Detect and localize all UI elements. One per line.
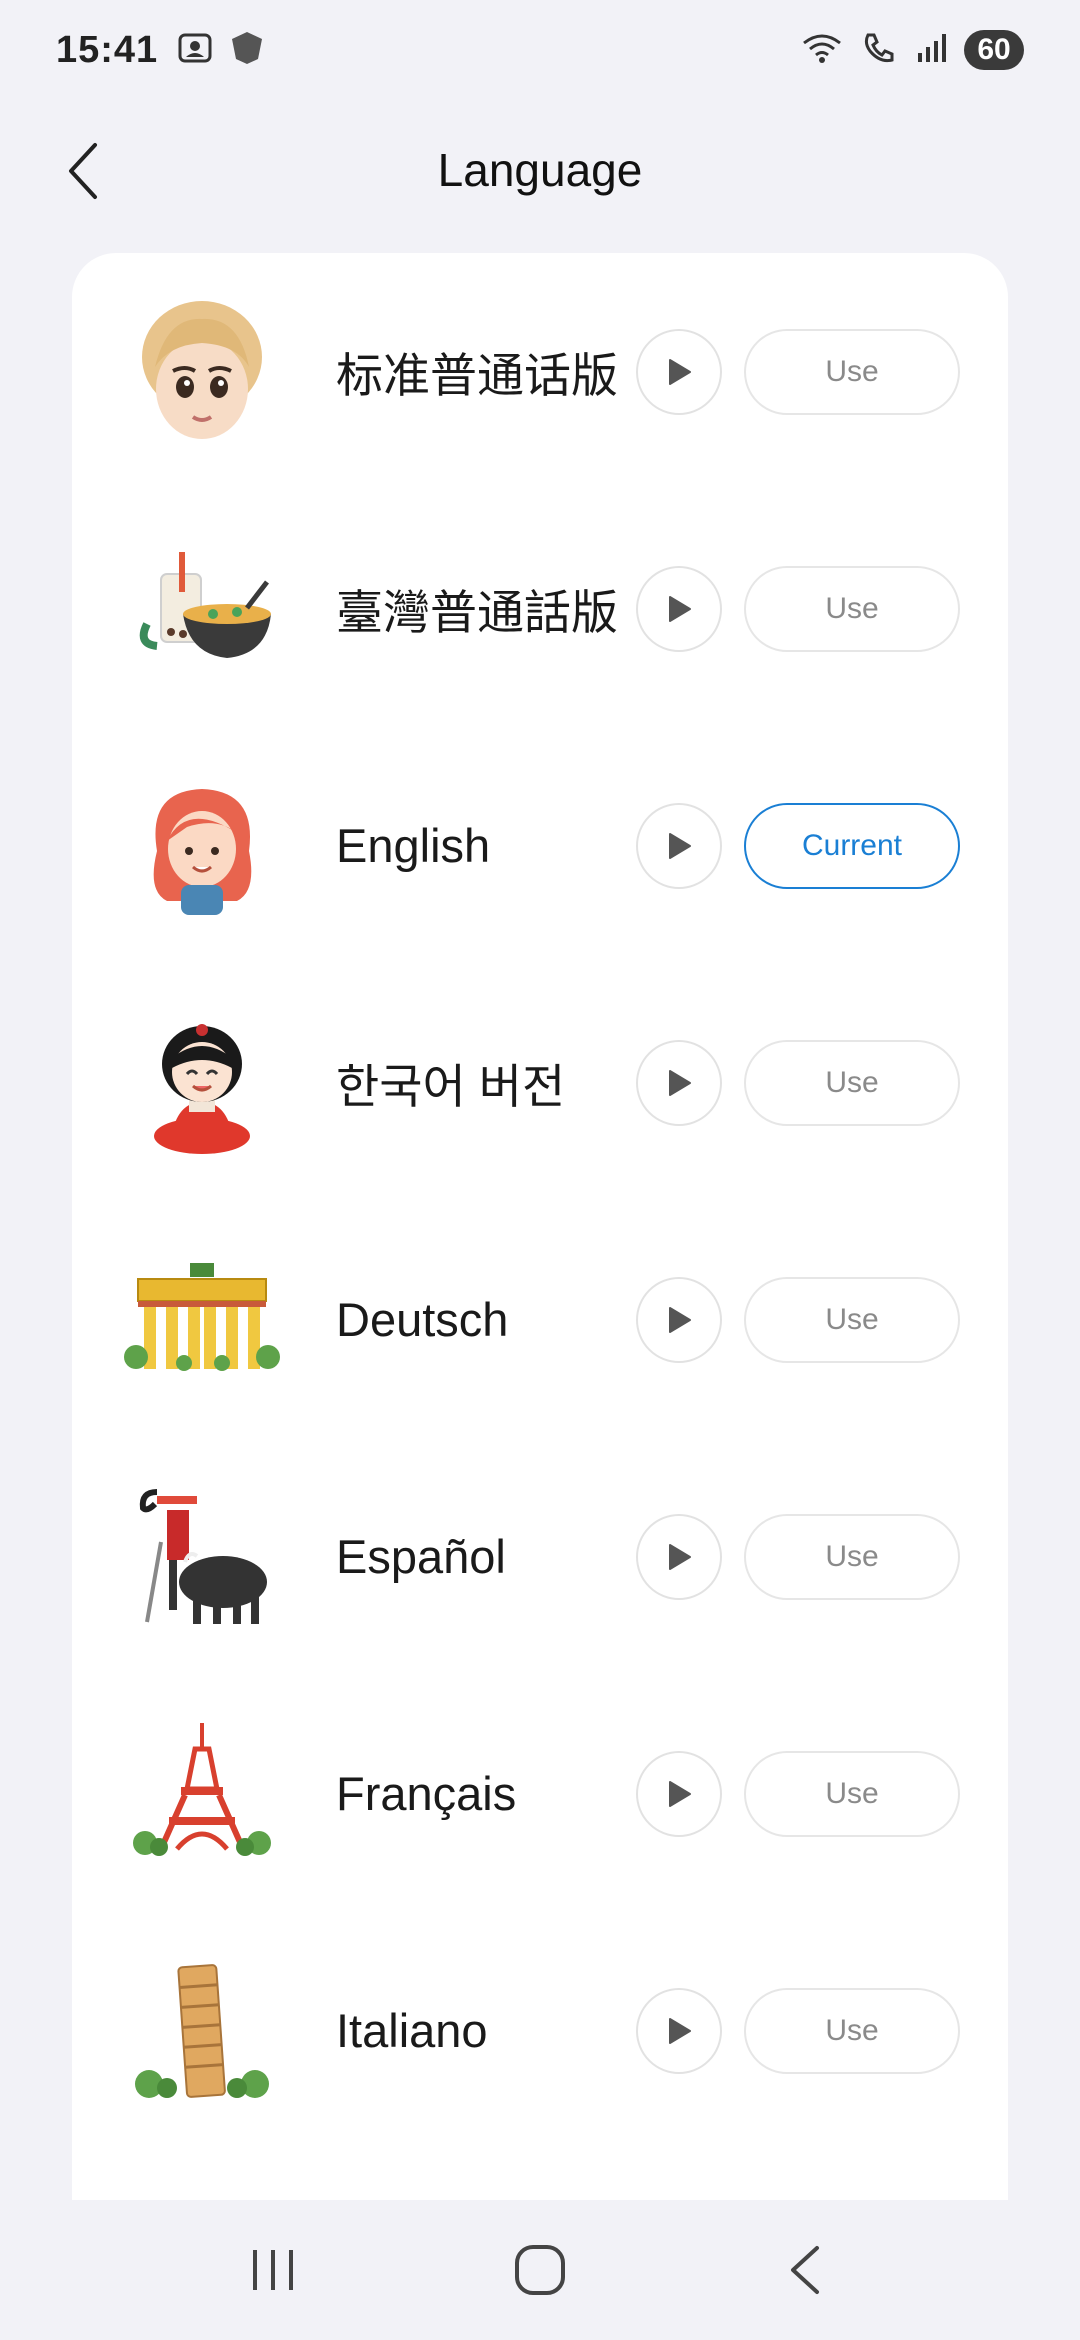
eiffel-tower-avatar bbox=[122, 1714, 282, 1874]
screenshot-icon bbox=[176, 29, 214, 72]
battery-icon: 60 bbox=[964, 30, 1024, 70]
use-button[interactable]: Use bbox=[744, 328, 960, 415]
play-button[interactable] bbox=[636, 1750, 722, 1837]
play-button[interactable] bbox=[636, 1276, 722, 1363]
play-icon bbox=[669, 1306, 691, 1333]
status-right: 60 bbox=[800, 29, 1024, 72]
language-name: English bbox=[336, 819, 491, 872]
language-row-korean: 한국어 버전 Use bbox=[72, 964, 1008, 1201]
back-icon bbox=[790, 2246, 819, 2294]
language-row-english: English Current bbox=[72, 727, 1008, 964]
play-button[interactable] bbox=[636, 1987, 722, 2074]
system-nav-bar bbox=[0, 2200, 1080, 2340]
use-button[interactable]: Use bbox=[744, 1039, 960, 1126]
play-icon bbox=[669, 2017, 691, 2044]
back-button[interactable] bbox=[50, 136, 120, 206]
language-name: Español bbox=[336, 1530, 506, 1583]
language-name: Italiano bbox=[336, 2004, 488, 2057]
language-name: Deutsch bbox=[336, 1293, 509, 1346]
recents-icon bbox=[253, 2250, 294, 2290]
current-button[interactable]: Current bbox=[744, 802, 960, 889]
recents-button[interactable] bbox=[233, 2230, 313, 2310]
play-icon bbox=[669, 1543, 691, 1570]
play-button[interactable] bbox=[636, 328, 722, 415]
use-button[interactable]: Use bbox=[744, 1276, 960, 1363]
play-button[interactable] bbox=[636, 1039, 722, 1126]
status-bar: 15:41 60 bbox=[0, 0, 1080, 100]
language-row-german: Deutsch Use bbox=[72, 1201, 1008, 1438]
chevron-left-icon bbox=[69, 143, 97, 199]
language-row-mandarin: 标准普通话版 Use bbox=[72, 253, 1008, 490]
nav-back-button[interactable] bbox=[767, 2230, 847, 2310]
shield-icon bbox=[228, 29, 266, 72]
language-name: 한국어 버전 bbox=[336, 1060, 566, 1113]
wifi-icon bbox=[800, 29, 844, 72]
language-row-taiwan-mandarin: 臺灣普通話版 Use bbox=[72, 490, 1008, 727]
header: Language bbox=[0, 110, 1080, 230]
use-button[interactable]: Use bbox=[744, 1750, 960, 1837]
leaning-tower-avatar bbox=[122, 1951, 282, 2111]
language-name: 标准普通话版 bbox=[336, 349, 618, 402]
brandenburg-gate-avatar bbox=[122, 1240, 282, 1400]
status-time: 15:41 bbox=[56, 28, 159, 71]
play-icon bbox=[669, 595, 691, 622]
play-button[interactable] bbox=[636, 1513, 722, 1600]
red-hair-girl-avatar bbox=[122, 766, 282, 926]
hanbok-girl-avatar bbox=[122, 1003, 282, 1163]
signal-icon bbox=[914, 31, 948, 70]
language-name: Français bbox=[336, 1767, 517, 1820]
language-row-spanish: Español Use bbox=[72, 1438, 1008, 1675]
home-icon bbox=[514, 2245, 565, 2295]
use-button[interactable]: Use bbox=[744, 1987, 960, 2074]
play-icon bbox=[669, 1069, 691, 1096]
language-list: 标准普通话版 Use 臺灣普通話版 Use English Current 한국… bbox=[72, 253, 1008, 2200]
matador-bull-avatar bbox=[122, 1477, 282, 1637]
use-button[interactable]: Use bbox=[744, 565, 960, 652]
play-icon bbox=[669, 358, 691, 385]
bubble-tea-noodles-avatar bbox=[122, 529, 282, 689]
language-name: 臺灣普通話版 bbox=[336, 586, 618, 639]
page-title: Language bbox=[437, 144, 643, 196]
wifi-call-icon bbox=[860, 29, 898, 72]
home-button[interactable] bbox=[500, 2230, 580, 2310]
play-icon bbox=[669, 1780, 691, 1807]
blonde-girl-avatar bbox=[122, 292, 282, 452]
play-button[interactable] bbox=[636, 802, 722, 889]
play-button[interactable] bbox=[636, 565, 722, 652]
use-button[interactable]: Use bbox=[744, 1513, 960, 1600]
language-row-french: Français Use bbox=[72, 1675, 1008, 1912]
language-row-italian: Italiano Use bbox=[72, 1912, 1008, 2149]
play-icon bbox=[669, 832, 691, 859]
status-left-icons bbox=[176, 29, 266, 72]
